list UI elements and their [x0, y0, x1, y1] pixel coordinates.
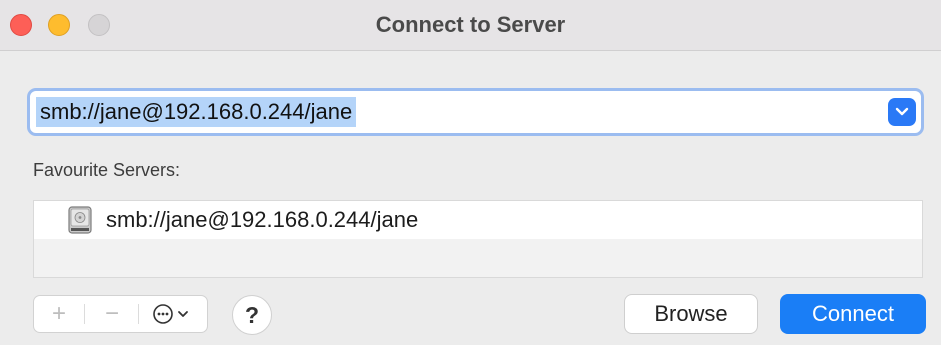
minus-icon: − [104, 300, 119, 327]
help-button[interactable]: ? [232, 295, 272, 335]
favourite-servers-label: Favourite Servers: [33, 160, 181, 180]
remove-favourite-button[interactable]: − [90, 296, 134, 332]
divider [138, 304, 139, 324]
window-title: Connect to Server [375, 12, 566, 37]
more-actions-menu-button[interactable] [142, 296, 204, 332]
favourites-edit-segmented-control: + − [33, 295, 208, 333]
ellipsis-circle-icon [153, 304, 188, 324]
add-favourite-button[interactable]: + [38, 296, 80, 332]
favourite-server-label: smb://jane@192.168.0.244/jane [106, 207, 419, 232]
server-address-combobox[interactable]: smb://jane@192.168.0.244/jane [27, 88, 924, 136]
server-address-input[interactable]: smb://jane@192.168.0.244/jane [36, 97, 357, 127]
network-drive-icon [68, 206, 92, 234]
connect-button[interactable]: Connect [780, 294, 926, 334]
list-item[interactable]: smb://jane@192.168.0.244/jane [34, 201, 922, 239]
address-history-dropdown-button[interactable] [888, 98, 916, 126]
browse-button[interactable]: Browse [624, 294, 758, 334]
divider [84, 304, 85, 324]
favourite-servers-list[interactable]: smb://jane@192.168.0.244/jane [33, 200, 923, 278]
chevron-down-icon [895, 107, 909, 116]
plus-icon: + [51, 300, 66, 327]
connect-to-server-window: Connect to Server smb://jane@192.168.0.2… [0, 0, 941, 345]
title-bar: Connect to Server [0, 0, 941, 51]
